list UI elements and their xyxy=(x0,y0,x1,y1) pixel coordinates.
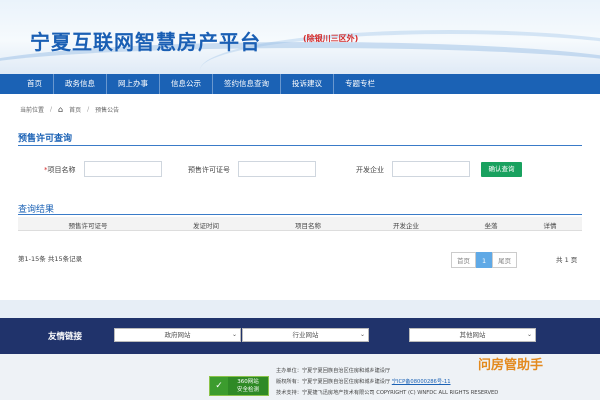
column-header-permit-number: 预售许可证号 xyxy=(68,222,108,230)
nav-item-publicity[interactable]: 信息公示 xyxy=(160,74,213,94)
column-header-developer: 开发企业 xyxy=(393,222,419,230)
permit-number-input[interactable] xyxy=(238,161,316,177)
nav-item-contract-query[interactable]: 签约信息查询 xyxy=(213,74,281,94)
site-subtitle: (除银川三区外) xyxy=(303,34,359,43)
industry-sites-select[interactable]: 行业网站 ⌄ xyxy=(242,328,369,342)
footer-divider-strip xyxy=(0,300,600,318)
first-page-button[interactable]: 首页 xyxy=(451,252,476,268)
friendly-links-title: 友情链接 xyxy=(48,332,83,342)
page-number-button[interactable]: 1 xyxy=(476,252,493,268)
chevron-down-icon: ⌄ xyxy=(359,331,365,338)
search-form: *项目名称 预售许可证号 开发企业 确认查询 xyxy=(18,161,582,179)
column-header-details: 详情 xyxy=(543,222,557,230)
site-title: 宁夏互联网智慧房产平台 xyxy=(30,30,261,54)
divider xyxy=(18,214,582,215)
other-sites-select[interactable]: 其他网站 ⌄ xyxy=(409,328,536,342)
chevron-down-icon: ⌄ xyxy=(526,331,532,338)
breadcrumb-prefix: 当前位置 xyxy=(20,107,45,114)
pagination: 首页 1 尾页 xyxy=(451,252,518,268)
housing-helper-watermark: 问房管助手 xyxy=(478,358,544,373)
developer-label: 开发企业 xyxy=(356,166,384,174)
footer-copyright: 版权所有：宁夏宁夏回族自治区住房和城乡建设厅 宁ICP备08000286号-11 xyxy=(276,379,451,385)
security-badge-text: 360网站 安全检测 xyxy=(228,377,268,395)
confirm-query-button[interactable]: 确认查询 xyxy=(481,162,522,177)
nav-item-gov-info[interactable]: 政务信息 xyxy=(54,74,107,94)
last-page-button[interactable]: 尾页 xyxy=(492,252,518,268)
results-table-header: 预售许可证号 发证时间 项目名称 开发企业 坐落 详情 xyxy=(18,217,582,231)
header-banner: 宁夏互联网智慧房产平台 (除银川三区外) xyxy=(0,0,600,74)
search-section-title: 预售许可查询 xyxy=(18,134,73,144)
column-header-issue-date: 发证时间 xyxy=(193,222,219,230)
column-header-location: 坐落 xyxy=(484,222,498,230)
nav-item-complaints[interactable]: 投诉建议 xyxy=(281,74,334,94)
divider xyxy=(18,145,582,146)
developer-input[interactable] xyxy=(392,161,470,177)
project-name-input[interactable] xyxy=(84,161,162,177)
total-pages: 共 1 页 xyxy=(556,256,578,264)
government-sites-select[interactable]: 政府网站 ⌄ xyxy=(114,328,241,342)
friendly-links-bar: 友情链接 政府网站 ⌄ 行业网站 ⌄ 其他网站 ⌄ xyxy=(0,318,600,354)
nav-item-special-topics[interactable]: 专题专栏 xyxy=(334,74,386,94)
footer-host: 主办单位：宁夏宁夏回族自治区住房和城乡建设厅 xyxy=(276,368,391,374)
chevron-down-icon: ⌄ xyxy=(231,331,237,338)
project-name-label: *项目名称 xyxy=(44,166,76,174)
shield-check-icon: ✓ xyxy=(210,377,228,395)
main-nav: 首页 政务信息 网上办事 信息公示 签约信息查询 投诉建议 专题专栏 xyxy=(0,74,600,94)
breadcrumb-current: 预售公告 xyxy=(95,107,120,114)
breadcrumb-home-link[interactable]: 首页 xyxy=(69,105,81,114)
record-count: 第1-15条 共15条记录 xyxy=(18,255,83,263)
footer-support: 技术支持：宁夏捷飞迅房地产技术有限公司 COPYRIGHT (C) WNFDC … xyxy=(276,390,499,396)
nav-item-online-service[interactable]: 网上办事 xyxy=(107,74,160,94)
permit-number-label: 预售许可证号 xyxy=(188,166,230,174)
column-header-project-name: 项目名称 xyxy=(295,222,321,230)
security-badge[interactable]: ✓ 360网站 安全检测 xyxy=(209,376,269,396)
breadcrumb-separator: / xyxy=(87,106,90,113)
home-icon[interactable]: ⌂ xyxy=(58,105,63,114)
breadcrumb: 当前位置 / ⌂ 首页 / 预售公告 xyxy=(20,105,119,114)
nav-item-home[interactable]: 首页 xyxy=(16,74,54,94)
main-panel: 当前位置 / ⌂ 首页 / 预售公告 预售许可查询 *项目名称 预售许可证号 开… xyxy=(18,94,582,300)
icp-link[interactable]: 宁ICP备08000286号-11 xyxy=(392,379,451,385)
breadcrumb-separator: / xyxy=(50,106,53,113)
